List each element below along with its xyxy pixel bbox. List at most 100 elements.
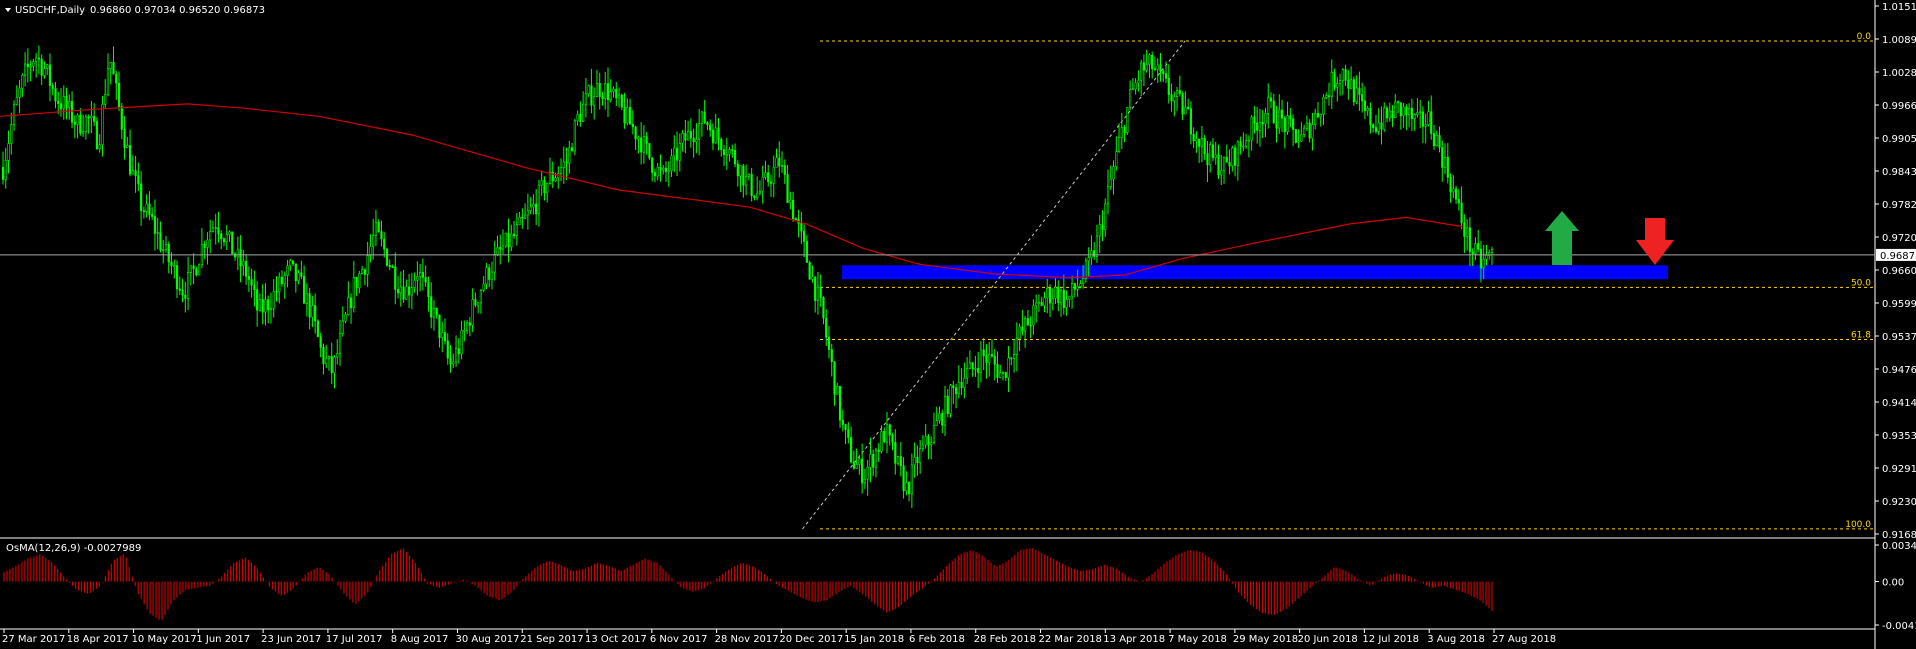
candle-body — [968, 362, 971, 369]
time-tick-label: 6 Nov 2017 — [650, 634, 708, 645]
candle-body — [791, 199, 795, 220]
ohlc-label: 0.96860 0.97034 0.96520 0.96873 — [90, 5, 265, 16]
candle-body — [974, 368, 977, 370]
candle-body — [1286, 115, 1289, 133]
candle-body — [369, 246, 372, 257]
candle-body — [311, 305, 314, 318]
candle-body — [1084, 260, 1088, 279]
candle-body — [687, 131, 690, 141]
candle-body — [1189, 108, 1192, 135]
candle-body — [1377, 122, 1380, 132]
candle-body — [35, 57, 38, 62]
candle-body — [767, 172, 770, 183]
candle-body — [87, 116, 90, 119]
candle-body — [1109, 178, 1112, 187]
candle-body — [1117, 137, 1121, 153]
candle-body — [283, 275, 286, 284]
candle-body — [454, 348, 458, 363]
candle-body — [736, 163, 739, 177]
candle-body — [720, 139, 723, 150]
candle-body — [1452, 188, 1455, 193]
candle-body — [1350, 79, 1353, 89]
candle-body — [1054, 286, 1057, 299]
candle-body — [946, 395, 949, 414]
candle-body — [1297, 140, 1300, 143]
candle-body — [18, 87, 21, 98]
candle-body — [1336, 83, 1339, 88]
candle-body — [148, 203, 151, 215]
candle-body — [104, 93, 107, 105]
candle-body — [681, 132, 684, 144]
candle-body — [1327, 95, 1331, 97]
candle-body — [996, 363, 999, 378]
candle-body — [388, 265, 391, 268]
price-tick-label: 1.00895 — [1882, 35, 1916, 46]
candle-body — [1073, 283, 1076, 290]
candle-body — [532, 203, 535, 208]
candle-body — [764, 172, 767, 178]
candle-body — [1231, 147, 1234, 167]
current-price-label: 0.96873 — [1880, 251, 1916, 262]
candle-body — [29, 65, 32, 68]
candle-body — [1432, 133, 1436, 147]
candle-body — [905, 482, 908, 492]
candle-body — [421, 272, 425, 278]
candle-body — [1454, 188, 1458, 200]
candle-body — [90, 116, 93, 119]
candle-body — [695, 139, 698, 143]
candle-body — [902, 465, 905, 492]
candle-body — [32, 61, 35, 67]
time-tick-label: 21 Sep 2017 — [520, 634, 583, 645]
candle-body — [1126, 107, 1129, 133]
candle-body — [374, 221, 378, 236]
candle-body — [162, 249, 165, 251]
candle-body — [728, 149, 731, 155]
candle-body — [1068, 295, 1071, 300]
candle-body — [1070, 283, 1074, 297]
candle-body — [1082, 277, 1085, 285]
candle-body — [264, 299, 267, 313]
candle-body — [195, 268, 198, 276]
candle-body — [1012, 354, 1016, 359]
candle-body — [430, 296, 433, 318]
candle-body — [1280, 109, 1284, 119]
candle-body — [1095, 235, 1099, 257]
candle-body — [1446, 156, 1449, 178]
price-tick-label: 1.01510 — [1882, 2, 1916, 13]
candle-body — [198, 264, 201, 276]
candle-body — [24, 63, 27, 76]
time-tick-label: 3 Aug 2018 — [1427, 634, 1485, 645]
candle-body — [938, 413, 941, 421]
candle-body — [1338, 80, 1342, 84]
candle-body — [1267, 97, 1270, 114]
candle-body — [753, 195, 756, 199]
candle-body — [435, 307, 438, 316]
candle-body — [1479, 248, 1483, 269]
candle-body — [634, 126, 637, 140]
price-chart[interactable]: 0.0 50.0 61.8 100.0 0.96873 1.01510 1.00895 1… — [0, 0, 1916, 649]
candle-body — [65, 96, 68, 108]
candle-body — [46, 64, 49, 69]
candle-body — [314, 305, 317, 322]
candle-body — [468, 322, 471, 326]
candle-body — [413, 280, 416, 288]
candle-body — [1021, 326, 1024, 332]
candle-body — [606, 83, 610, 101]
candle-body — [999, 372, 1002, 378]
candle-body — [772, 166, 775, 184]
candle-body — [582, 103, 585, 122]
candle-body — [1004, 372, 1007, 378]
candle-body — [1408, 107, 1411, 115]
candle-body — [1159, 64, 1162, 72]
support-zone[interactable] — [842, 265, 1668, 280]
candle-body — [640, 137, 643, 153]
candle-body — [1211, 144, 1215, 158]
candle-body — [1482, 258, 1485, 269]
candle-body — [833, 361, 836, 395]
candle-body — [1010, 357, 1013, 360]
time-tick-label: 1 Jun 2017 — [196, 634, 250, 645]
candle-body — [1048, 287, 1052, 304]
candle-body — [394, 266, 397, 290]
candle-body — [466, 322, 469, 331]
candle-body — [648, 143, 651, 159]
